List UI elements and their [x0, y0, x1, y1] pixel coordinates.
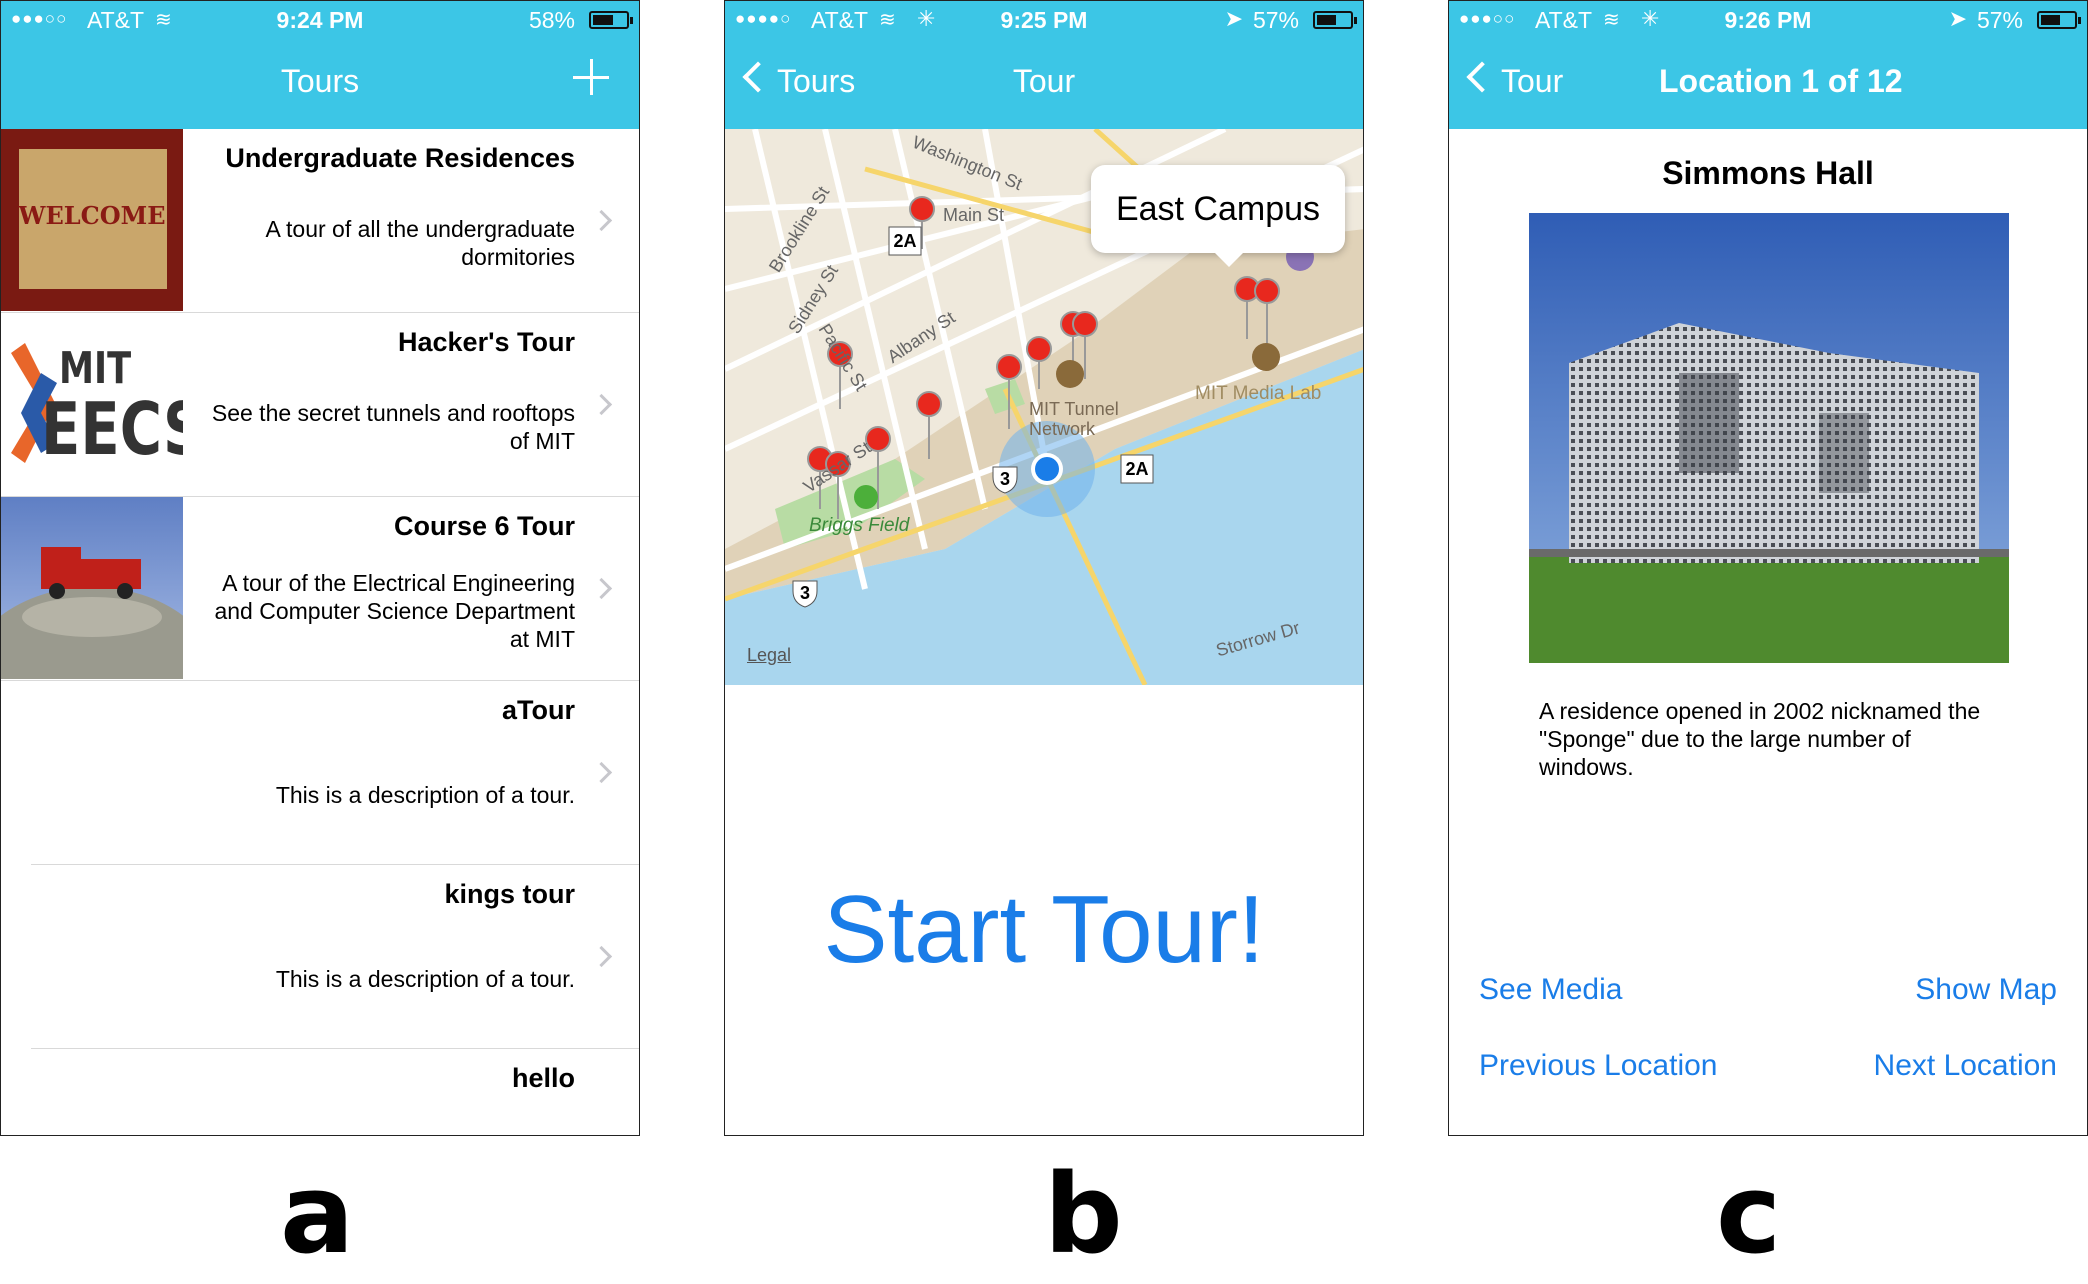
- route-shield: 2A: [893, 231, 917, 251]
- street-label: Main St: [943, 205, 1005, 225]
- tour-title: Undergraduate Residences: [225, 143, 575, 173]
- simmons-hall-photo: [1529, 213, 2009, 663]
- phone-screen-location-detail: ●●●○○ AT&T ≋ ✳ 9:26 PM ➤ 57% Tour Locati…: [1448, 0, 2088, 1136]
- location-description: A residence opened in 2002 nicknamed the…: [1539, 698, 1981, 780]
- list-item[interactable]: MIT EECS Hacker's Tour See the secret tu…: [1, 313, 639, 497]
- navigation-bar: ●●●●○ AT&T ≋ ✳ 9:25 PM ➤ 57% Tours Tour: [725, 1, 1363, 129]
- chevron-right-icon: [590, 393, 613, 416]
- tour-title: hello: [511, 1063, 575, 1093]
- battery-percent: 57%: [1976, 7, 2023, 33]
- tour-title: Course 6 Tour: [393, 511, 575, 541]
- tour-title: aTour: [502, 695, 575, 725]
- start-tour-button[interactable]: Start Tour!: [725, 875, 1363, 985]
- add-tour-button[interactable]: [573, 59, 609, 95]
- previous-location-button[interactable]: Previous Location: [1479, 1049, 1717, 1083]
- thumbnail-text: WELCOME: [18, 201, 166, 230]
- next-location-button[interactable]: Next Location: [1874, 1049, 2057, 1083]
- tour-title: Hacker's Tour: [398, 327, 575, 357]
- status-bar: ●●●○○ AT&T ≋ ✳ 9:26 PM ➤ 57%: [1449, 1, 2087, 41]
- list-item[interactable]: kings tour This is a description of a to…: [1, 865, 639, 1049]
- back-button[interactable]: Tour: [1465, 61, 1564, 100]
- location-arrow-icon: ➤: [1948, 6, 1967, 31]
- back-button-label: Tour: [1501, 63, 1564, 99]
- legal-link[interactable]: Legal: [747, 645, 791, 666]
- tour-description: A tour of all the undergraduate dormitor…: [265, 216, 575, 270]
- list-item[interactable]: Course 6 Tour A tour of the Electrical E…: [1, 497, 639, 681]
- see-media-button[interactable]: See Media: [1479, 973, 1622, 1007]
- tour-thumbnail: [1, 497, 183, 679]
- tour-list: WELCOME Undergraduate Residences A tour …: [1, 129, 639, 1135]
- tour-description: This is a description of a tour.: [275, 966, 575, 992]
- battery-percent: 58%: [528, 7, 575, 33]
- route-shield: 3: [999, 469, 1010, 489]
- chevron-right-icon: [590, 209, 613, 232]
- map-callout[interactable]: East Campus: [1091, 165, 1345, 267]
- page-title: Tours: [280, 63, 360, 99]
- tour-map[interactable]: Washington St Main St Brookline St Sidne…: [725, 129, 1363, 685]
- chevron-right-icon: [590, 577, 613, 600]
- list-item[interactable]: aTour This is a description of a tour.: [1, 681, 639, 865]
- tour-description: This is a description of a tour.: [275, 782, 575, 808]
- location-arrow-icon: ➤: [1224, 6, 1243, 31]
- status-bar: ●●●●○ AT&T ≋ ✳ 9:25 PM ➤ 57%: [725, 1, 1363, 41]
- page-title: Tour: [1012, 63, 1076, 99]
- location-name: Simmons Hall: [1662, 155, 1874, 191]
- battery-percent: 57%: [1252, 7, 1299, 33]
- chevron-left-icon: [1466, 61, 1498, 93]
- mit-eecs-logo: MIT EECS: [1, 313, 183, 495]
- phone-screen-tours-list: ●●●○○ AT&T ≋ 9:24 PM 58% Tours WELCOME U…: [0, 0, 640, 1136]
- navigation-bar: ●●●○○ AT&T ≋ ✳ 9:26 PM ➤ 57% Tour Locati…: [1449, 1, 2087, 129]
- show-map-button[interactable]: Show Map: [1915, 973, 2057, 1007]
- route-shield: 2A: [1125, 459, 1149, 479]
- place-label: Briggs Field: [809, 515, 910, 536]
- tour-description: See the secret tunnels and rooftops of M…: [211, 400, 575, 454]
- list-item[interactable]: WELCOME Undergraduate Residences A tour …: [1, 129, 639, 313]
- panel-label: c: [1716, 1150, 1782, 1278]
- battery-icon: [589, 11, 633, 29]
- phone-screen-tour-map: ●●●●○ AT&T ≋ ✳ 9:25 PM ➤ 57% Tours Tour: [724, 0, 1364, 1136]
- place-label: MIT Tunnel Network: [1029, 399, 1119, 439]
- welcome-mat-image: WELCOME: [1, 129, 183, 311]
- place-label: MIT Media Lab: [1195, 383, 1322, 404]
- tour-thumbnail: MIT EECS: [1, 313, 183, 495]
- tour-description: A tour of the Electrical Engineering and…: [214, 570, 575, 652]
- panel-label: a: [280, 1150, 355, 1278]
- panel-label: b: [1044, 1150, 1123, 1278]
- battery-icon: [1313, 11, 1357, 29]
- status-bar: ●●●○○ AT&T ≋ 9:24 PM 58%: [1, 1, 639, 41]
- tour-thumbnail: WELCOME: [1, 129, 183, 311]
- chevron-right-icon: [590, 945, 613, 968]
- tour-title: kings tour: [444, 879, 575, 909]
- chevron-right-icon: [590, 761, 613, 784]
- battery-icon: [2037, 11, 2081, 29]
- page-title: Location 1 of 12: [1659, 63, 1903, 99]
- list-item[interactable]: hello: [1, 1049, 639, 1135]
- navigation-bar: ●●●○○ AT&T ≋ 9:24 PM 58% Tours: [1, 1, 639, 129]
- route-shield: 3: [799, 583, 810, 603]
- fire-truck-on-dome-image: [1, 497, 183, 679]
